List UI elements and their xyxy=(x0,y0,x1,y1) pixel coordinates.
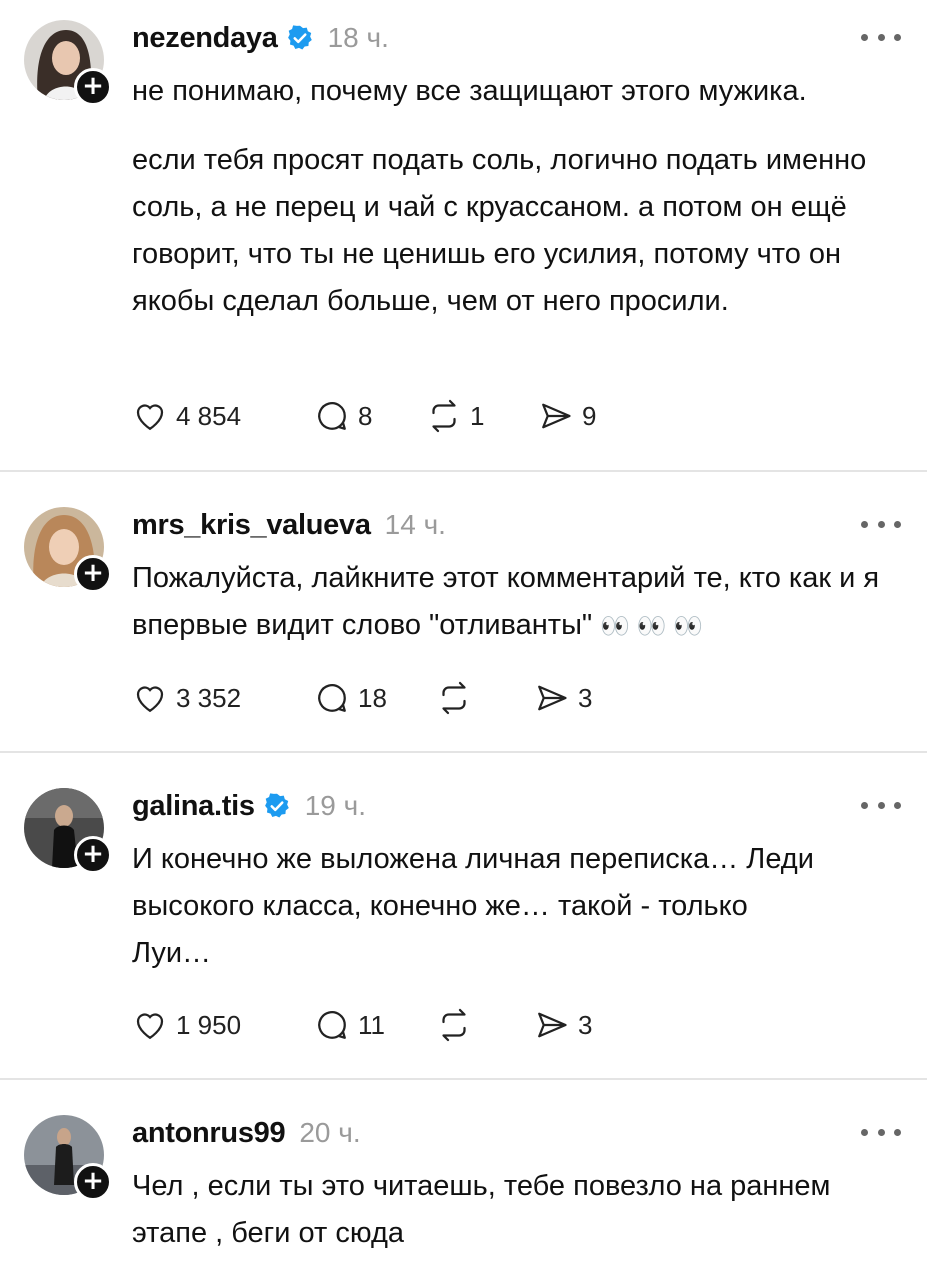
comment-icon xyxy=(318,684,346,712)
like-button[interactable]: 3 352 xyxy=(132,680,314,716)
comment-button[interactable]: 8 xyxy=(314,398,426,434)
post-time: 14 ч. xyxy=(384,509,446,540)
heart-icon xyxy=(136,686,164,713)
post-paragraph-text: Пожалуйста, лайкните этот комментарий те… xyxy=(132,562,880,641)
heart-icon xyxy=(136,404,164,431)
verified-badge-icon xyxy=(264,793,289,818)
post-text: Чел , если ты это читаешь, тебе повезло … xyxy=(132,1163,912,1257)
share-icon xyxy=(538,1012,567,1038)
comment-count: 11 xyxy=(358,1009,385,1040)
follow-plus-icon[interactable]: + xyxy=(74,836,112,874)
post-paragraph: не понимаю, почему все защищают этого му… xyxy=(132,75,807,107)
more-icon[interactable] xyxy=(861,521,901,531)
divider xyxy=(0,1078,927,1080)
repost-icon xyxy=(442,1008,466,1042)
share-button[interactable]: 3 xyxy=(534,1007,592,1043)
post-text: Пожалуйста, лайкните этот комментарий те… xyxy=(132,555,912,650)
post-header: mrs_kris_valueva 14 ч. xyxy=(132,505,446,545)
divider xyxy=(0,470,927,472)
follow-plus-icon[interactable]: + xyxy=(74,555,112,593)
repost-button[interactable]: 1 xyxy=(426,398,538,434)
divider xyxy=(0,751,927,753)
comment-icon xyxy=(318,402,346,430)
like-button[interactable]: 1 950 xyxy=(132,1007,314,1043)
post-paragraph: Чел , если ты это читаешь, тебе повезло … xyxy=(132,1170,831,1249)
avatar[interactable]: + xyxy=(24,507,112,593)
post-paragraph: И конечно же выложена личная переписка… … xyxy=(132,843,814,969)
repost-button[interactable] xyxy=(436,680,534,716)
like-button[interactable]: 4 854 xyxy=(132,398,314,434)
post-time: 19 ч. xyxy=(304,790,366,821)
share-icon xyxy=(538,685,567,711)
repost-count: 1 xyxy=(470,400,485,431)
like-count: 3 352 xyxy=(176,682,242,713)
post-time: 18 ч. xyxy=(327,22,389,53)
username[interactable]: galina.tis xyxy=(132,790,255,823)
post-header: antonrus99 20 ч. xyxy=(132,1113,361,1153)
post-time: 20 ч. xyxy=(299,1117,361,1148)
post-text: И конечно же выложена личная переписка… … xyxy=(132,836,822,977)
verified-badge-icon xyxy=(287,25,312,50)
post-text: не понимаю, почему все защищают этого му… xyxy=(132,68,912,325)
username[interactable]: mrs_kris_valueva xyxy=(132,509,371,542)
follow-plus-icon[interactable]: + xyxy=(74,68,112,106)
username[interactable]: antonrus99 xyxy=(132,1117,286,1150)
post-actions: 3 352 18 3 xyxy=(132,678,592,718)
post-header: nezendaya 18 ч. xyxy=(132,18,389,58)
post-actions: 1 950 11 3 xyxy=(132,1005,592,1045)
post-header: galina.tis 19 ч. xyxy=(132,786,366,826)
more-icon[interactable] xyxy=(861,1129,901,1139)
avatar[interactable]: + xyxy=(24,20,112,106)
comment-count: 8 xyxy=(358,400,373,431)
comment-count: 18 xyxy=(358,682,387,713)
comment-button[interactable]: 18 xyxy=(314,680,436,716)
post-paragraph: если тебя просят подать соль, логично по… xyxy=(132,144,867,317)
comment-button[interactable]: 11 xyxy=(314,1007,436,1043)
comment-icon xyxy=(318,1011,346,1039)
share-count: 3 xyxy=(578,682,593,713)
share-button[interactable]: 9 xyxy=(538,398,596,434)
more-icon[interactable] xyxy=(861,802,901,812)
share-icon xyxy=(542,403,571,429)
like-count: 4 854 xyxy=(176,400,242,431)
like-count: 1 950 xyxy=(176,1009,242,1040)
share-button[interactable]: 3 xyxy=(534,680,592,716)
share-count: 3 xyxy=(578,1009,593,1040)
repost-button[interactable] xyxy=(436,1007,534,1043)
post-actions: 4 854 8 1 9 xyxy=(132,396,596,436)
avatar[interactable]: + xyxy=(24,788,112,874)
repost-icon xyxy=(432,399,456,433)
follow-plus-icon[interactable]: + xyxy=(74,1163,112,1201)
post-paragraph: Пожалуйста, лайкните этот комментарий те… xyxy=(132,555,912,650)
share-count: 9 xyxy=(582,400,597,431)
repost-icon xyxy=(442,681,466,715)
heart-icon xyxy=(136,1013,164,1040)
eyes-emoji: 👀 👀 👀 xyxy=(600,613,704,640)
username[interactable]: nezendaya xyxy=(132,22,278,55)
more-icon[interactable] xyxy=(861,34,901,44)
avatar[interactable]: + xyxy=(24,1115,112,1201)
